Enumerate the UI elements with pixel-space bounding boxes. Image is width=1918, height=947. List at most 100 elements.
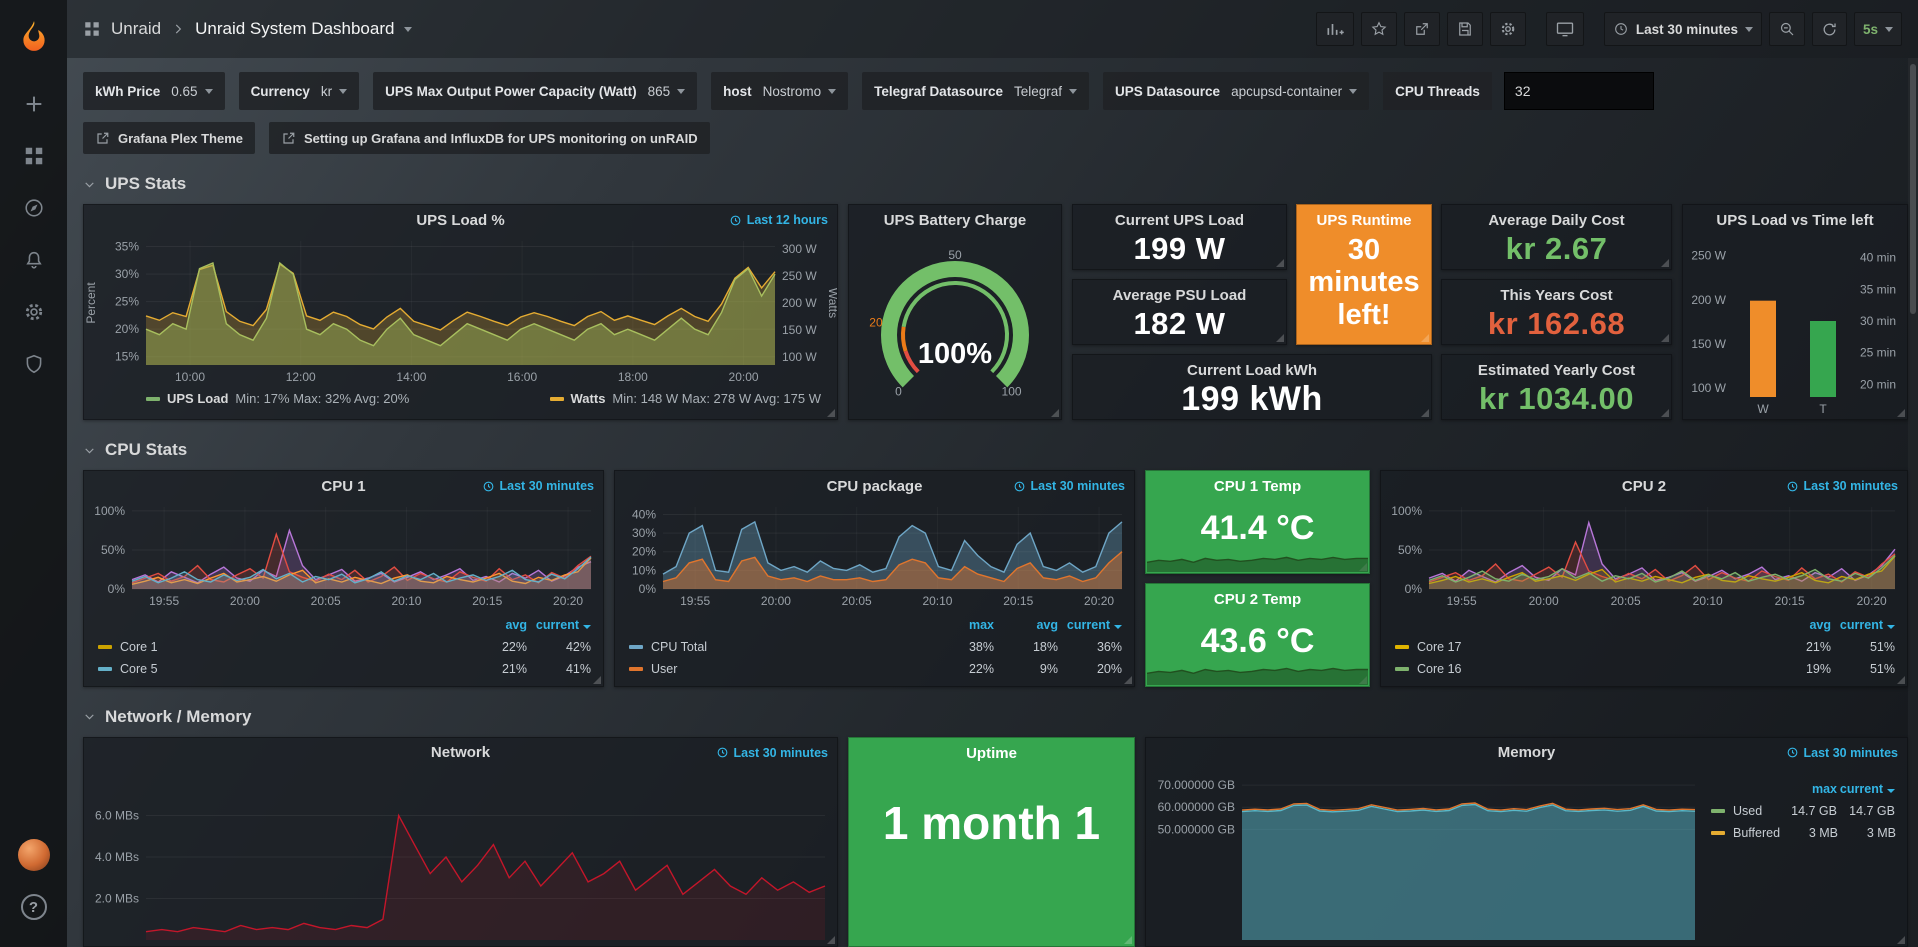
panel-resize-handle[interactable] bbox=[1124, 936, 1132, 944]
create-button[interactable] bbox=[14, 84, 54, 124]
panel-title[interactable]: CPU 2 bbox=[1622, 478, 1666, 495]
legend-row[interactable]: Core 1619%51% bbox=[1395, 658, 1895, 680]
panel-resize-handle[interactable] bbox=[1124, 676, 1132, 684]
panel-title[interactable]: UPS Battery Charge bbox=[884, 212, 1027, 229]
variable-value[interactable]: kr bbox=[321, 84, 347, 99]
scrollbar[interactable] bbox=[1908, 58, 1918, 947]
section-network-memory[interactable]: Network / Memory bbox=[67, 687, 1918, 737]
variable-ups-max-output[interactable]: UPS Max Output Power Capacity (Watt) 865 bbox=[373, 72, 697, 110]
dashboard-grid-icon[interactable] bbox=[83, 20, 101, 38]
legend-item[interactable]: WattsMin: 148 W Max: 278 W Avg: 175 W bbox=[550, 391, 821, 406]
time-range-picker[interactable]: Last 30 minutes bbox=[1604, 12, 1762, 46]
legend-item[interactable]: UPS LoadMin: 17% Max: 32% Avg: 20% bbox=[146, 391, 409, 406]
save-button[interactable] bbox=[1447, 12, 1483, 46]
variable-currency[interactable]: Currency kr bbox=[239, 72, 360, 110]
breadcrumb-folder[interactable]: Unraid bbox=[111, 19, 161, 39]
legend-column-header[interactable]: avg bbox=[463, 618, 527, 632]
legend-series-name[interactable]: Buffered bbox=[1733, 826, 1780, 840]
refresh-button[interactable] bbox=[1812, 12, 1847, 46]
variable-kwh-price[interactable]: kWh Price 0.65 bbox=[83, 72, 225, 110]
panel-title[interactable]: Network bbox=[431, 744, 490, 761]
legend-column-header[interactable]: max bbox=[930, 618, 994, 632]
legend-column-header[interactable]: max bbox=[1779, 782, 1837, 796]
scrollbar-thumb[interactable] bbox=[1910, 64, 1916, 314]
section-cpu-stats[interactable]: CPU Stats bbox=[67, 420, 1918, 470]
cpu-threads-input[interactable] bbox=[1504, 72, 1654, 110]
legend-row[interactable]: Core 1721%51% bbox=[1395, 636, 1895, 658]
variable-value[interactable]: 865 bbox=[648, 84, 686, 99]
panel-resize-handle[interactable] bbox=[827, 409, 835, 417]
panel-resize-handle[interactable] bbox=[1276, 259, 1284, 267]
legend-row[interactable]: User22%9%20% bbox=[629, 658, 1122, 680]
panel-resize-handle[interactable] bbox=[593, 676, 601, 684]
cpu2-chart[interactable]: 0%50%100%19:5520:0020:0520:1020:1520:20 bbox=[1381, 501, 1907, 611]
panel-resize-handle[interactable] bbox=[827, 936, 835, 944]
legend-row[interactable]: Buffered3 MB3 MB bbox=[1711, 822, 1895, 844]
variable-value[interactable]: 0.65 bbox=[171, 84, 212, 99]
tv-mode-button[interactable] bbox=[1546, 12, 1584, 46]
panel-title[interactable]: Uptime bbox=[849, 738, 1134, 762]
legend-series-name[interactable]: UPS Load bbox=[167, 391, 228, 406]
share-button[interactable] bbox=[1404, 12, 1440, 46]
server-admin-button[interactable] bbox=[14, 344, 54, 384]
legend-column-header[interactable]: current bbox=[527, 618, 591, 632]
panel-resize-handle[interactable] bbox=[1661, 259, 1669, 267]
panel-time-range-tag[interactable]: Last 12 hours bbox=[729, 213, 828, 227]
panel-time-range-tag[interactable]: Last 30 minutes bbox=[716, 746, 828, 760]
variable-value[interactable]: apcupsd-container bbox=[1231, 84, 1357, 99]
network-chart[interactable]: 2.0 MBs4.0 MBs6.0 MBs bbox=[84, 768, 837, 946]
dashboards-button[interactable] bbox=[14, 136, 54, 176]
panel-resize-handle[interactable] bbox=[1897, 936, 1905, 944]
add-panel-button[interactable] bbox=[1316, 12, 1354, 46]
battery-gauge[interactable]: 02050100 100% bbox=[849, 235, 1061, 419]
user-avatar[interactable] bbox=[14, 835, 54, 875]
zoom-out-button[interactable] bbox=[1769, 12, 1805, 46]
panel-title[interactable]: CPU 1 Temp bbox=[1146, 471, 1369, 495]
panel-resize-handle[interactable] bbox=[1276, 334, 1284, 342]
panel-time-range-tag[interactable]: Last 30 minutes bbox=[482, 479, 594, 493]
legend-column-header[interactable]: current bbox=[1058, 618, 1122, 632]
legend-column-header[interactable]: current bbox=[1831, 618, 1895, 632]
panel-resize-handle[interactable] bbox=[1661, 409, 1669, 417]
panel-resize-handle[interactable] bbox=[1421, 334, 1429, 342]
legend-series-name[interactable]: Core 5 bbox=[120, 662, 158, 676]
explore-button[interactable] bbox=[14, 188, 54, 228]
variable-value[interactable]: Nostromo bbox=[763, 84, 837, 99]
variable-telegraf-datasource[interactable]: Telegraf Datasource Telegraf bbox=[862, 72, 1089, 110]
panel-resize-handle[interactable] bbox=[1051, 409, 1059, 417]
legend-column-header[interactable]: current bbox=[1837, 782, 1895, 796]
panel-resize-handle[interactable] bbox=[1897, 676, 1905, 684]
panel-title[interactable]: This Years Cost bbox=[1442, 280, 1671, 304]
panel-time-range-tag[interactable]: Last 30 minutes bbox=[1786, 479, 1898, 493]
panel-title[interactable]: Memory bbox=[1498, 744, 1556, 761]
panel-time-range-tag[interactable]: Last 30 minutes bbox=[1013, 479, 1125, 493]
legend-row[interactable]: Core 521%41% bbox=[98, 658, 591, 680]
legend-series-name[interactable]: Core 17 bbox=[1417, 640, 1461, 654]
panel-resize-handle[interactable] bbox=[1897, 409, 1905, 417]
star-button[interactable] bbox=[1361, 12, 1397, 46]
legend-series-name[interactable]: User bbox=[651, 662, 677, 676]
legend-series-name[interactable]: Used bbox=[1733, 804, 1762, 818]
dashboard-settings-button[interactable] bbox=[1490, 12, 1526, 46]
panel-title[interactable]: Average Daily Cost bbox=[1442, 205, 1671, 229]
cpu1-chart[interactable]: 0%50%100%19:5520:0020:0520:1020:1520:20 bbox=[84, 501, 603, 611]
panel-title[interactable]: UPS Load % bbox=[416, 212, 504, 229]
legend-series-name[interactable]: Core 16 bbox=[1417, 662, 1461, 676]
caret-down-icon[interactable] bbox=[404, 27, 412, 32]
legend-row[interactable]: Core 122%42% bbox=[98, 636, 591, 658]
panel-title[interactable]: CPU 1 bbox=[321, 478, 365, 495]
panel-title[interactable]: CPU package bbox=[827, 478, 923, 495]
memory-chart[interactable]: 50.000000 GB60.000000 GB70.000000 GB bbox=[1146, 768, 1707, 946]
panel-title[interactable]: Current UPS Load bbox=[1073, 205, 1286, 229]
link-grafana-plex-theme[interactable]: Grafana Plex Theme bbox=[83, 122, 255, 154]
panel-title[interactable]: Estimated Yearly Cost bbox=[1442, 355, 1671, 379]
cpu-package-chart[interactable]: 0%10%20%30%40%19:5520:0020:0520:1020:152… bbox=[615, 501, 1134, 611]
breadcrumb-dashboard[interactable]: Unraid System Dashboard bbox=[195, 19, 394, 39]
variable-value[interactable]: Telegraf bbox=[1014, 84, 1077, 99]
variable-ups-datasource[interactable]: UPS Datasource apcupsd-container bbox=[1103, 72, 1369, 110]
ups-load-vs-time-chart[interactable]: 100 W150 W200 W250 W20 min25 min30 min35… bbox=[1683, 235, 1907, 419]
ups-load-chart[interactable]: 15%20%25%30%35%Percent100 W150 W200 W250… bbox=[84, 235, 837, 387]
panel-title[interactable]: CPU 2 Temp bbox=[1146, 584, 1369, 608]
panel-resize-handle[interactable] bbox=[1421, 409, 1429, 417]
panel-resize-handle[interactable] bbox=[1661, 334, 1669, 342]
